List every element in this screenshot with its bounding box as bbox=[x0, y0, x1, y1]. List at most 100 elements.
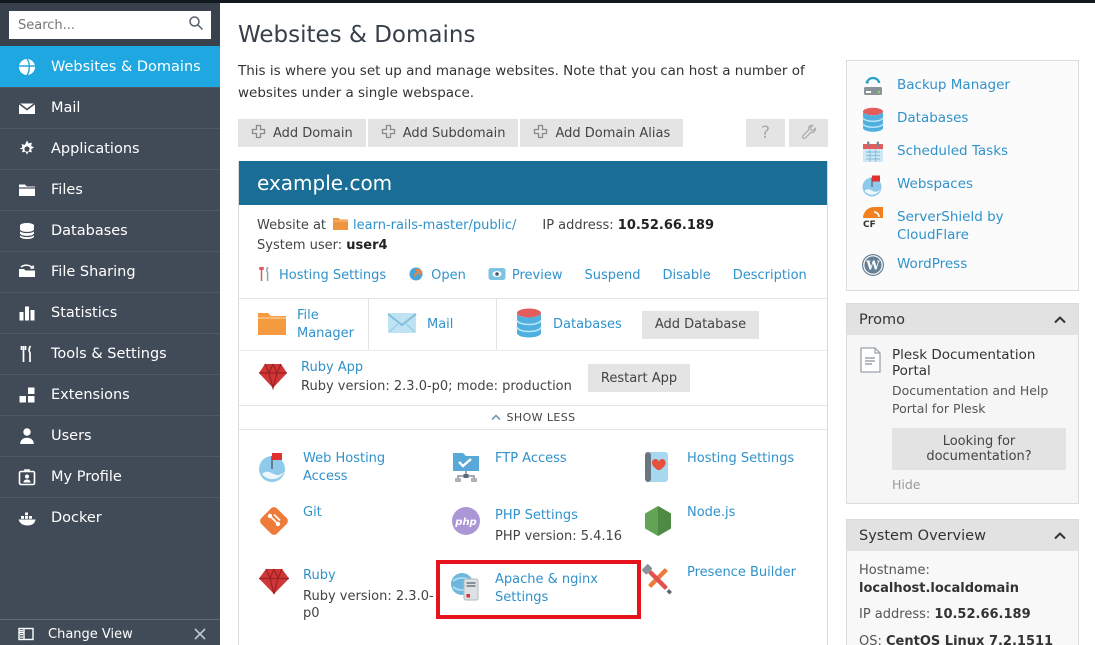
nodejs-item[interactable]: Node.js bbox=[641, 496, 809, 556]
add-domain-button[interactable]: Add Domain bbox=[238, 119, 366, 147]
file-share-icon bbox=[17, 262, 37, 282]
ruby-app-link[interactable]: Ruby App bbox=[301, 360, 363, 375]
folder-small-icon bbox=[333, 217, 348, 234]
wordpress-link[interactable]: WordPress bbox=[897, 253, 967, 274]
preview-eye-icon bbox=[488, 267, 506, 285]
ruby-feature-link[interactable]: Ruby bbox=[303, 567, 336, 585]
mail-link[interactable]: Mail bbox=[427, 317, 453, 332]
domain-actions-row: Hosting Settings Open Preview Suspend Di… bbox=[239, 255, 827, 298]
file-manager-icon bbox=[257, 310, 287, 340]
databases-link[interactable]: Databases bbox=[553, 317, 622, 332]
sidebar-item-tools-settings[interactable]: Tools & Settings bbox=[0, 333, 220, 374]
sidebar-item-applications[interactable]: Applications bbox=[0, 128, 220, 169]
description-link[interactable]: Description bbox=[733, 268, 807, 283]
sidebar-item-my-profile[interactable]: My Profile bbox=[0, 456, 220, 497]
nodejs-link[interactable]: Node.js bbox=[687, 504, 735, 522]
php-settings-item[interactable]: php PHP Settings PHP version: 5.4.16 bbox=[449, 496, 641, 556]
docroot-link[interactable]: learn-rails-master/public/ bbox=[353, 218, 516, 233]
webspaces-link[interactable]: Webspaces bbox=[897, 173, 973, 194]
sidebar-search-area bbox=[0, 3, 220, 46]
wordpress-item[interactable]: W WordPress bbox=[861, 253, 1064, 277]
close-icon[interactable] bbox=[194, 628, 206, 640]
databases-quick-link[interactable]: Databases bbox=[897, 107, 968, 128]
change-view-button[interactable]: Change View bbox=[0, 619, 220, 645]
sidebar-item-label: Websites & Domains bbox=[51, 59, 201, 75]
apache-nginx-link[interactable]: Apache & nginx Settings bbox=[495, 571, 623, 606]
file-manager-feature-item[interactable]: File Manager bbox=[449, 636, 641, 645]
search-input[interactable] bbox=[18, 18, 188, 33]
sidebar-item-docker[interactable]: Docker bbox=[0, 497, 220, 538]
servershield-item[interactable]: CF ServerShield by CloudFlare bbox=[861, 206, 1064, 244]
php-settings-link[interactable]: PHP Settings bbox=[495, 507, 578, 525]
system-overview-header[interactable]: System Overview bbox=[847, 520, 1078, 551]
open-link[interactable]: Open bbox=[431, 268, 466, 283]
git-item[interactable]: Git bbox=[257, 496, 449, 556]
apache-nginx-item[interactable]: Apache & nginx Settings bbox=[449, 556, 641, 636]
settings-wrench-button[interactable] bbox=[789, 119, 828, 147]
ruby-version-text: Ruby version: 2.3.0-p0 bbox=[303, 588, 435, 623]
file-manager-link[interactable]: File Manager bbox=[297, 307, 359, 342]
sidebar-item-mail[interactable]: Mail bbox=[0, 87, 220, 128]
show-less-toggle[interactable]: SHOW LESS bbox=[239, 405, 827, 429]
webspaces-item[interactable]: Webspaces bbox=[861, 173, 1064, 197]
add-subdomain-button[interactable]: Add Subdomain bbox=[368, 119, 519, 147]
presence-builder-item[interactable]: Presence Builder bbox=[641, 556, 809, 636]
databases-quick-item[interactable]: Databases bbox=[861, 107, 1064, 131]
hosting-settings-tile-link[interactable]: Hosting Settings bbox=[687, 450, 794, 468]
promo-hide-link[interactable]: Hide bbox=[892, 477, 921, 492]
sidebar-item-statistics[interactable]: Statistics bbox=[0, 292, 220, 333]
databases-icon bbox=[515, 308, 543, 342]
system-overview-header-label: System Overview bbox=[859, 528, 986, 544]
hosting-settings-item[interactable]: Hosting Settings bbox=[641, 442, 809, 496]
open-action[interactable]: Open bbox=[408, 265, 466, 286]
scheduled-tasks-link[interactable]: Scheduled Tasks bbox=[897, 140, 1008, 161]
docker-icon bbox=[17, 508, 37, 528]
file-manager-tile[interactable]: File Manager bbox=[239, 299, 369, 350]
ftp-access-link[interactable]: FTP Access bbox=[495, 450, 567, 468]
restart-app-label: Restart App bbox=[601, 371, 677, 386]
disable-link[interactable]: Disable bbox=[663, 268, 711, 283]
add-database-button[interactable]: Add Database bbox=[642, 311, 759, 339]
promo-header[interactable]: Promo bbox=[847, 304, 1078, 335]
sidebar-item-file-sharing[interactable]: File Sharing bbox=[0, 251, 220, 292]
presence-builder-link[interactable]: Presence Builder bbox=[687, 564, 796, 582]
web-hosting-access-item[interactable]: Web Hosting Access bbox=[257, 442, 449, 496]
search-icon[interactable] bbox=[188, 15, 204, 35]
backup-manager-icon bbox=[861, 74, 885, 98]
sidebar-item-label: Databases bbox=[51, 223, 128, 239]
databases-tile[interactable]: Databases Add Database bbox=[497, 299, 827, 350]
promo-cta-button[interactable]: Looking for documentation? bbox=[892, 428, 1066, 470]
hosting-settings-action[interactable]: Hosting Settings bbox=[257, 266, 386, 286]
scheduled-tasks-icon bbox=[861, 140, 885, 164]
help-button[interactable]: ? bbox=[746, 119, 785, 147]
sidebar-item-files[interactable]: Files bbox=[0, 169, 220, 210]
suspend-link[interactable]: Suspend bbox=[585, 268, 641, 283]
preview-link[interactable]: Preview bbox=[512, 268, 563, 283]
servershield-link[interactable]: ServerShield by CloudFlare bbox=[897, 206, 1047, 244]
wrench-icon bbox=[800, 123, 817, 144]
backup-manager-item[interactable]: Backup Manager bbox=[861, 74, 1064, 98]
add-domain-alias-button[interactable]: Add Domain Alias bbox=[520, 119, 683, 147]
web-hosting-access-link[interactable]: Web Hosting Access bbox=[303, 450, 431, 485]
sidebar-item-users[interactable]: Users bbox=[0, 415, 220, 456]
chevron-up-icon bbox=[491, 411, 501, 424]
backup-manager-link[interactable]: Backup Manager bbox=[897, 74, 1010, 95]
right-column: Backup Manager Databases Scheduled Tasks… bbox=[846, 60, 1079, 645]
preview-action[interactable]: Preview bbox=[488, 267, 563, 285]
scheduled-tasks-item[interactable]: Scheduled Tasks bbox=[861, 140, 1064, 164]
sidebar-item-databases[interactable]: Databases bbox=[0, 210, 220, 251]
git-link[interactable]: Git bbox=[303, 504, 322, 522]
sidebar-item-label: Statistics bbox=[51, 305, 117, 321]
mail-tile[interactable]: Mail bbox=[369, 299, 497, 350]
promo-title-link[interactable]: Plesk Documentation Portal bbox=[892, 347, 1066, 379]
sidebar-item-websites-domains[interactable]: Websites & Domains bbox=[0, 46, 220, 87]
restart-app-button[interactable]: Restart App bbox=[588, 364, 690, 392]
ftp-access-item[interactable]: FTP Access bbox=[449, 442, 641, 496]
ruby-feature-item[interactable]: Ruby Ruby version: 2.3.0-p0 bbox=[257, 556, 449, 636]
sidebar-item-extensions[interactable]: Extensions bbox=[0, 374, 220, 415]
hostname-label: Hostname: bbox=[859, 563, 930, 578]
hosting-settings-link[interactable]: Hosting Settings bbox=[279, 268, 386, 283]
page-title: Websites & Domains bbox=[238, 22, 846, 48]
web-statistics-item[interactable]: Web Statistics bbox=[641, 636, 809, 645]
applications-item[interactable]: Applications bbox=[257, 636, 449, 645]
